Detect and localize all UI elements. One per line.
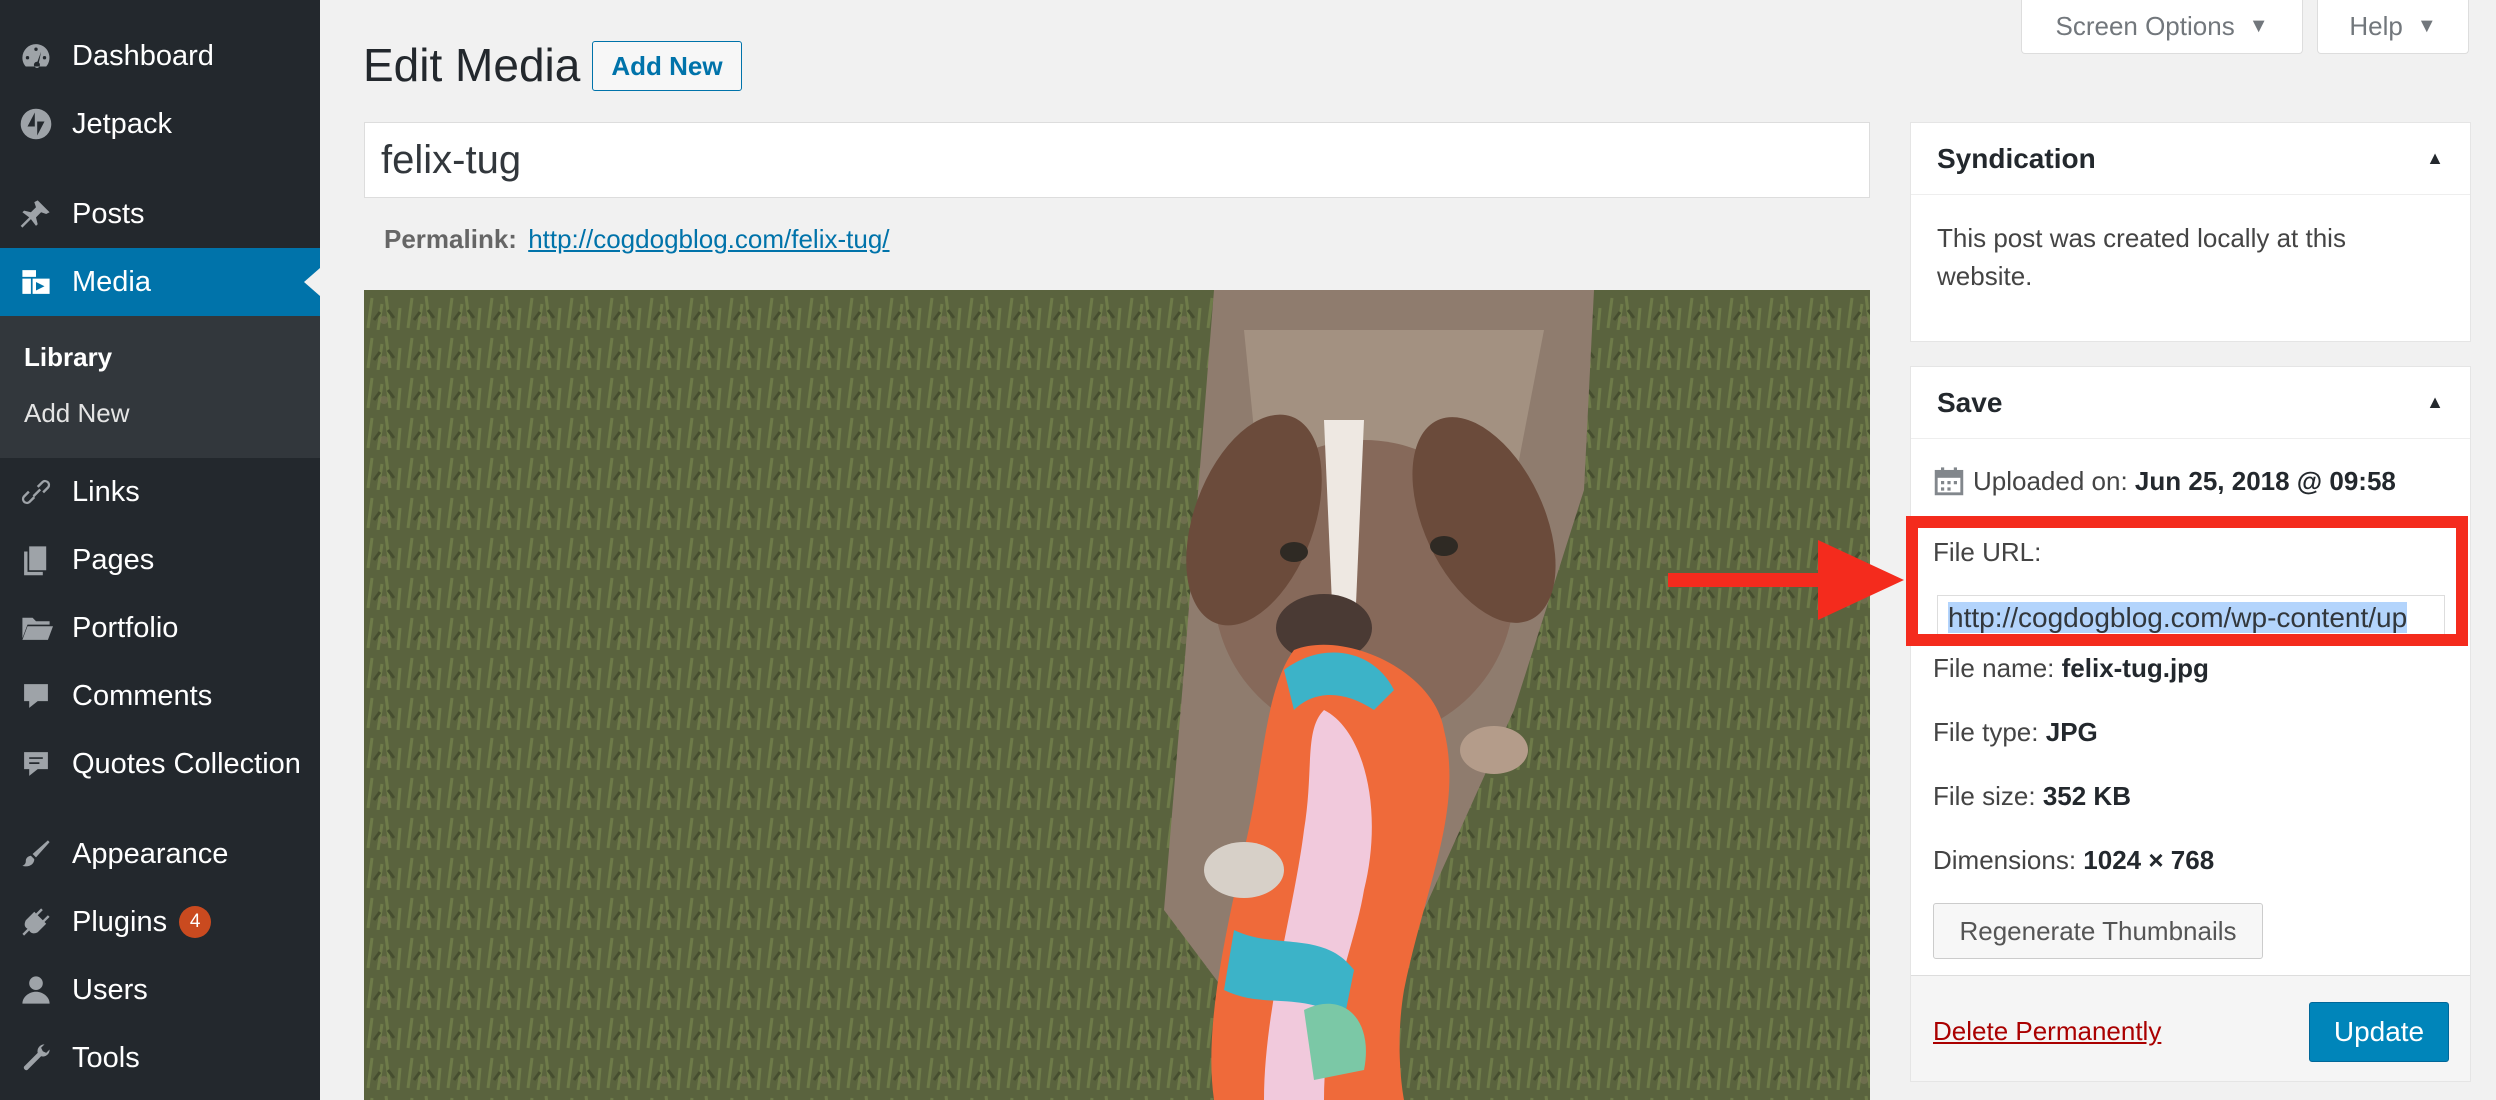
menu-item-comments[interactable]: Comments (0, 662, 320, 730)
permalink-link[interactable]: http://cogdogblog.com/felix-tug/ (528, 224, 889, 254)
syndication-text: This post was created locally at this we… (1937, 223, 2346, 291)
syndication-title: Syndication (1937, 142, 2096, 174)
annotation-highlight-box (1906, 516, 2468, 646)
menu-item-links[interactable]: Links (0, 458, 320, 526)
pages-icon (0, 543, 72, 577)
permalink-label: Permalink: (384, 224, 517, 254)
dimensions-label: Dimensions: (1933, 845, 2077, 875)
collapse-arrow-icon[interactable]: ▲ (2426, 392, 2444, 413)
menu-item-posts[interactable]: Posts (0, 180, 320, 248)
file-size-row: File size: 352 KB (1933, 781, 2131, 812)
menu-label: Media (72, 265, 151, 298)
menu-label: Portfolio (72, 611, 179, 644)
link-icon (0, 475, 72, 509)
plugin-icon (0, 905, 72, 939)
file-size-label: File size: (1933, 781, 2036, 811)
pin-icon (0, 197, 72, 231)
menu-label: Users (72, 973, 148, 1006)
menu-item-appearance[interactable]: Appearance (0, 820, 320, 888)
menu-item-media[interactable]: Media (0, 248, 320, 316)
menu-item-pages[interactable]: Pages (0, 526, 320, 594)
menu-label: Quotes Collection (72, 747, 301, 780)
dimensions-row: Dimensions: 1024 × 768 (1933, 845, 2214, 876)
help-label: Help (2349, 11, 2403, 41)
current-menu-caret (304, 268, 320, 296)
delete-permanently-link[interactable]: Delete Permanently (1933, 1016, 2161, 1047)
brush-icon (0, 837, 72, 871)
menu-label: Appearance (72, 837, 229, 870)
menu-label: Dashboard (72, 39, 214, 72)
update-button[interactable]: Update (2309, 1002, 2449, 1062)
page-title: Edit Media (363, 39, 581, 91)
file-name-value: felix-tug.jpg (2061, 653, 2209, 683)
media-image (364, 290, 1870, 1100)
permalink: Permalink: http://cogdogblog.com/felix-t… (384, 224, 890, 255)
save-box: Save ▲ Uploaded on: Jun 25, 2018 @ 09:58… (1910, 366, 2471, 1082)
media-submenu: Library Add New (0, 316, 320, 458)
jetpack-icon (0, 107, 72, 141)
file-name-label: File name: (1933, 653, 2055, 683)
uploaded-label: Uploaded on: (1973, 465, 2128, 496)
menu-item-quotes-collection[interactable]: Quotes Collection (0, 730, 320, 798)
file-size-value: 352 KB (2042, 781, 2131, 811)
admin-sidebar: Dashboard Jetpack Posts Media Library Ad… (0, 0, 320, 1100)
dropdown-arrow-icon: ▼ (2248, 15, 2269, 37)
file-type-row: File type: JPG (1933, 717, 2098, 748)
menu-item-plugins[interactable]: Plugins 4 (0, 888, 320, 956)
collapse-arrow-icon[interactable]: ▲ (2426, 148, 2444, 169)
uploaded-value: Jun 25, 2018 @ 09:58 (2134, 465, 2396, 496)
plugins-update-badge: 4 (179, 906, 212, 938)
dashboard-icon (0, 39, 72, 73)
calendar-icon (1933, 465, 1965, 497)
menu-label: Jetpack (72, 107, 172, 140)
dropdown-arrow-icon: ▼ (2416, 15, 2437, 37)
file-name-row: File name: felix-tug.jpg (1933, 653, 2209, 684)
screen-options-button[interactable]: Screen Options ▼ (2021, 0, 2303, 54)
comment-icon (0, 679, 72, 713)
submenu-library[interactable]: Library (24, 342, 112, 373)
media-icon (0, 265, 72, 299)
help-button[interactable]: Help ▼ (2317, 0, 2469, 54)
regenerate-thumbnails-button[interactable]: Regenerate Thumbnails (1933, 903, 2263, 959)
save-title: Save (1937, 386, 2003, 418)
uploaded-row: Uploaded on: Jun 25, 2018 @ 09:58 (1933, 465, 2396, 497)
syndication-box: Syndication ▲ This post was created loca… (1910, 122, 2471, 342)
annotation-arrow-icon (1668, 540, 1904, 620)
menu-item-users[interactable]: Users (0, 956, 320, 1024)
syndication-header[interactable]: Syndication ▲ (1911, 123, 2470, 195)
menu-item-jetpack[interactable]: Jetpack (0, 90, 320, 158)
menu-label: Comments (72, 679, 213, 712)
menu-item-tools[interactable]: Tools (0, 1024, 320, 1092)
menu-label: Pages (72, 543, 155, 576)
submenu-add-new[interactable]: Add New (24, 398, 130, 429)
title-input[interactable]: felix-tug (364, 122, 1870, 198)
menu-item-dashboard[interactable]: Dashboard (0, 22, 320, 90)
quote-icon (0, 747, 72, 781)
user-icon (0, 973, 72, 1007)
menu-label: Tools (72, 1041, 140, 1074)
dimensions-value: 1024 × 768 (2083, 845, 2215, 875)
wrench-icon (0, 1041, 72, 1075)
file-type-value: JPG (2045, 717, 2098, 747)
menu-item-portfolio[interactable]: Portfolio (0, 594, 320, 662)
menu-label: Links (72, 475, 140, 508)
add-new-button[interactable]: Add New (592, 41, 742, 91)
menu-label: Posts (72, 197, 145, 230)
file-type-label: File type: (1933, 717, 2039, 747)
folder-icon (0, 611, 72, 645)
save-header[interactable]: Save ▲ (1911, 367, 2470, 439)
menu-label: Plugins (72, 905, 168, 938)
screen-options-label: Screen Options (2055, 11, 2235, 41)
save-box-footer: Delete Permanently Update (1911, 975, 2470, 1081)
